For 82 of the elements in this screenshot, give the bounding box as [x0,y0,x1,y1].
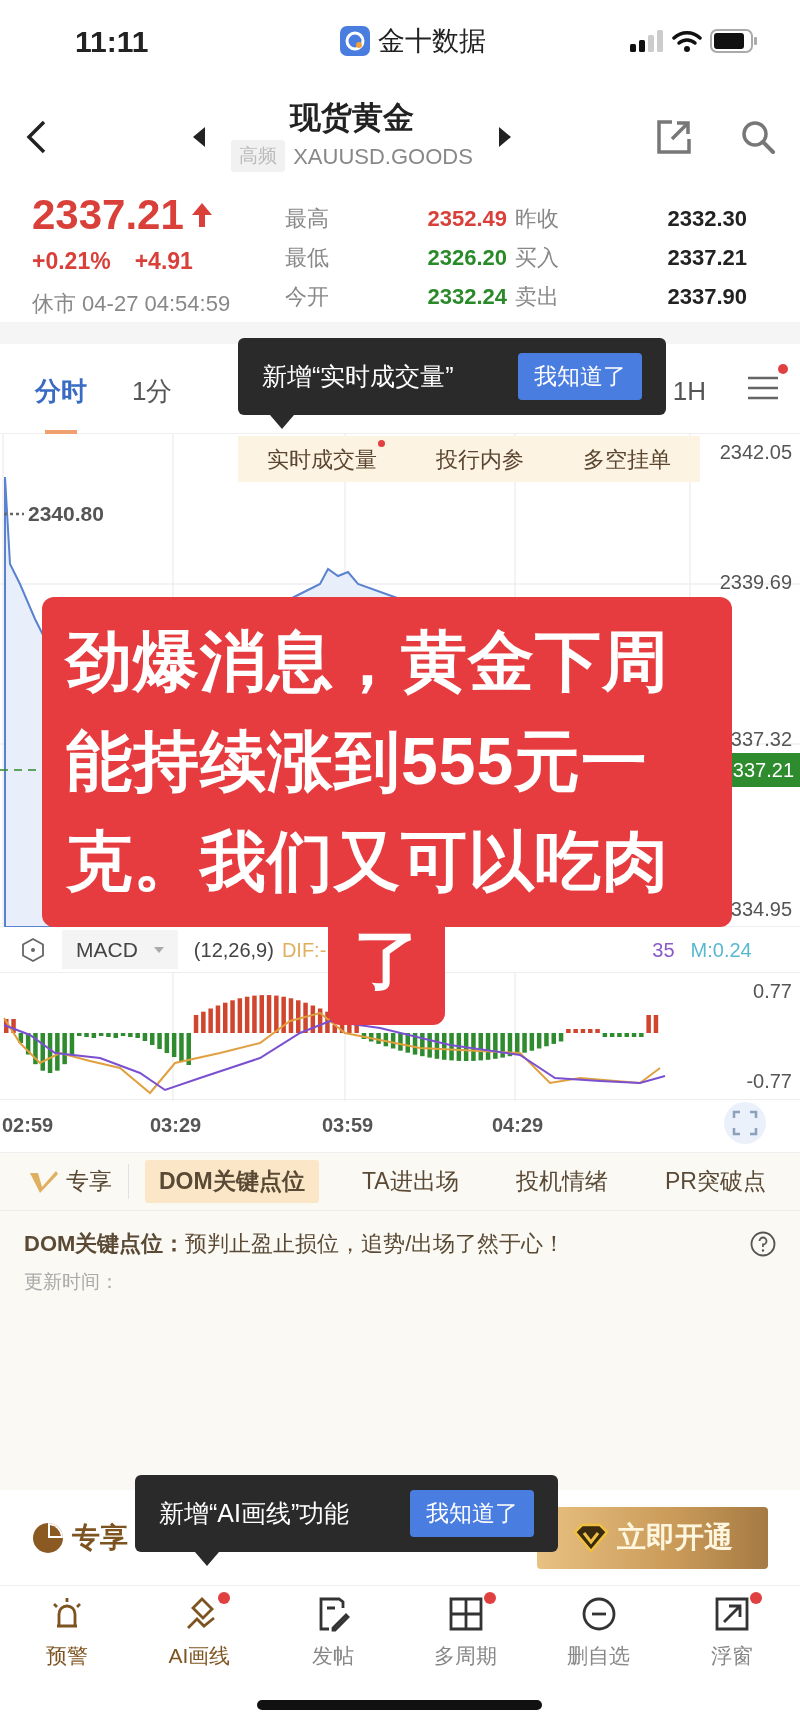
up-arrow-icon [191,203,212,228]
macd-axis-label: -0.77 [746,1069,792,1094]
dif-value: DIF:- [281,937,327,963]
stat-value: 2332.30 [666,204,748,233]
nav-item[interactable]: 删自选 [532,1586,665,1691]
panel-tab[interactable]: TA进出场 [347,1160,473,1203]
previous-icon[interactable] [193,127,208,147]
signal-icon [630,30,664,52]
time-axis-label: 04:29 [492,1113,544,1138]
pie-chart-icon [32,1521,64,1554]
stat-label: 最高 [285,204,330,233]
stat-value: 2337.21 [666,243,748,272]
period-tab[interactable]: 1H [672,362,706,434]
search-icon[interactable] [740,119,776,155]
sticker-text: 克。我们又可以吃肉 [66,823,670,900]
period-tab[interactable]: 1分 [132,362,173,434]
share-icon[interactable] [656,119,692,155]
price-axis-label: 2339.69 [719,570,792,595]
wifi-icon [672,30,702,52]
nav-item[interactable]: 发帖 [266,1586,399,1691]
battery-icon [710,29,758,53]
description-text: DOM关键点位：预判止盈止损位，追势/出场了然于心！ [24,1230,566,1258]
chart-subtab[interactable]: 多空挂单 [576,441,677,477]
chart-subtab[interactable]: 实时成交量 [261,441,384,477]
dea-value: 35 [652,937,675,963]
stat-label: 今开 [285,282,330,311]
price-axis-label: 334.95 [730,897,792,922]
time-axis-label: 03:29 [150,1113,202,1138]
price-axis-label: 337.32 [730,727,792,752]
nav-item[interactable]: 预警 [0,1586,133,1691]
chart-subtab[interactable]: 投行内参 [430,441,530,477]
page-title: 现货黄金 [290,101,414,136]
promo-text: 专享 [72,1520,128,1555]
time-axis-label: 03:59 [322,1113,374,1138]
nav-item[interactable]: AI画线 [133,1586,266,1691]
sticker-text: 能持续涨到555元一 [66,723,650,800]
update-time-label: 更新时间： [24,1270,120,1294]
hexagon-icon[interactable] [20,936,46,963]
high-price-label: 2340.80 [28,501,104,527]
back-icon[interactable] [24,119,48,155]
diamond-icon [572,1522,609,1553]
menu-icon[interactable] [746,374,780,402]
change-percent: +0.21% [32,247,111,277]
caret-icon [153,946,164,953]
change-value: +4.91 [134,247,193,277]
dismiss-button[interactable]: 我知道了 [518,353,642,400]
symbol-code: XAUUSD.GOODS [293,142,473,171]
app-logo-icon [339,26,370,56]
stat-label: 最低 [285,243,330,272]
sticker-text: 劲爆消息，黄金下周 [66,623,670,700]
stat-value: 2332.24 [426,282,508,311]
panel-tab[interactable]: PR突破点 [651,1160,780,1203]
help-icon[interactable] [750,1230,776,1257]
macd-axis-label: 0.77 [753,979,792,1004]
market-status: 休市 04-27 04:54:59 [32,289,232,318]
panel-tab[interactable]: 投机情绪 [501,1160,622,1203]
indicator-params: (12,26,9) [193,937,274,963]
app-name: 金十数据 [377,24,486,58]
brand-mark-icon [30,1170,58,1193]
period-tab[interactable]: 分时 [35,362,87,434]
status-time: 11:11 [75,23,150,60]
brand-label: 专享 [66,1167,112,1197]
tooltip-text: 新增“AI画线”功能 [159,1497,350,1529]
panel-tab[interactable]: DOM关键点位 [145,1160,319,1203]
stat-label: 买入 [515,243,560,272]
tooltip-text: 新增“实时成交量” [262,360,454,392]
price-axis-label: 2342.05 [719,440,792,465]
stat-label: 昨收 [515,204,560,233]
dotted-leader-line [4,511,24,516]
nav-item[interactable]: 多周期 [399,1586,532,1691]
macd-value: M:0.24 [690,937,752,963]
indicator-selector[interactable]: MACD [62,929,178,970]
fullscreen-icon[interactable] [724,1102,766,1144]
current-price: 2337.21 [32,194,184,237]
stat-value: 2352.49 [426,204,508,233]
dismiss-button[interactable]: 我知道了 [410,1490,534,1537]
nav-item[interactable]: 浮窗 [665,1586,798,1691]
stat-value: 2326.20 [426,243,508,272]
next-icon[interactable] [496,127,511,147]
stat-value: 2337.90 [666,282,748,311]
stat-label: 卖出 [515,282,560,311]
time-axis-label: 02:59 [2,1113,54,1138]
